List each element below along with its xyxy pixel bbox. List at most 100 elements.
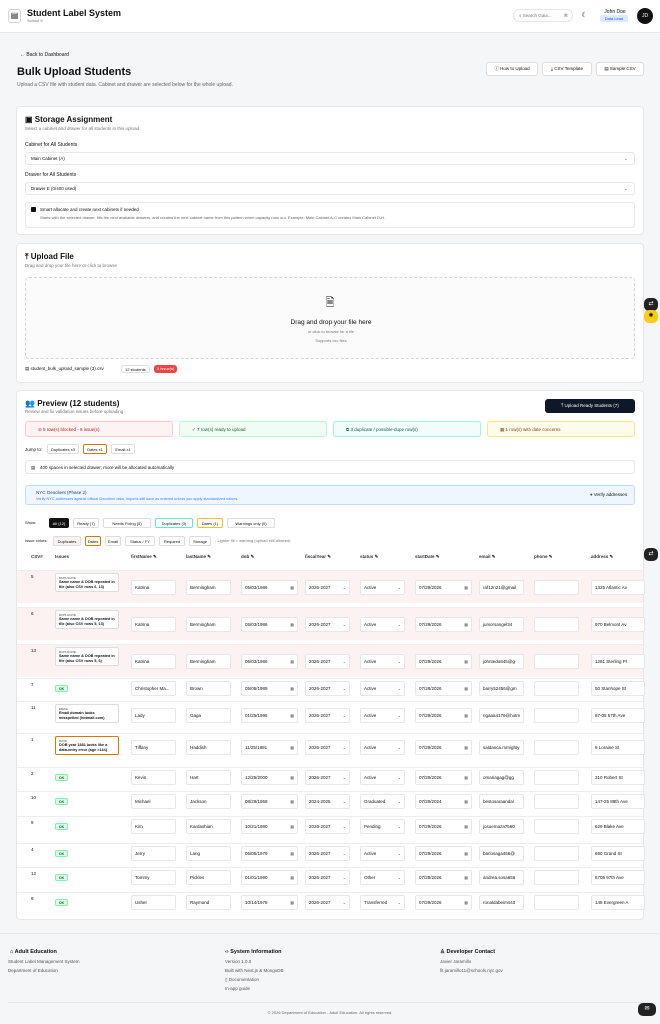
cell-last[interactable]: Brown	[186, 681, 231, 696]
cell-last[interactable]: Raymond	[186, 895, 231, 910]
cell-status[interactable]: Active ⌄	[360, 740, 405, 755]
cell-address[interactable]: 87-05 57th Ave	[591, 708, 645, 723]
cell-email[interactable]: raf12n21@gmail	[479, 580, 524, 595]
cell-dob[interactable]: 10/14/1978 ▦	[241, 895, 298, 910]
cell-start[interactable]: 07/29/2026 ▦	[415, 770, 472, 785]
cell-last[interactable]: Bermingham	[186, 617, 231, 632]
cell-email[interactable]: barlosaga456@	[479, 846, 524, 861]
cell-start[interactable]: 07/29/2026 ▦	[415, 580, 472, 595]
cell-address[interactable]: 148 Evergreen A	[591, 895, 645, 910]
cell-phone[interactable]	[534, 895, 579, 910]
cell-status[interactable]: Active ⌄	[360, 654, 405, 669]
col-dob[interactable]: dob ✎	[241, 554, 254, 560]
cell-dob[interactable]: 05/05/1989 ▦	[241, 681, 298, 696]
cell-first[interactable]: Christopher Ma...	[131, 681, 176, 696]
cell-first[interactable]: Katrina	[131, 580, 176, 595]
col-startdate[interactable]: startDate ✎	[415, 554, 440, 560]
sun-icon[interactable]: ✺	[644, 310, 658, 323]
csv-template-button[interactable]: ⤓ CSV Template	[542, 62, 592, 76]
cell-dob[interactable]: 05/03/1986 ▦	[241, 617, 298, 632]
cell-dob[interactable]: 01/25/1995 ▦	[241, 708, 298, 723]
cell-first[interactable]: Jerry	[131, 846, 176, 861]
cell-first[interactable]: Kevin	[131, 770, 176, 785]
verify-addresses-button[interactable]: ⌖ Verify addresses	[590, 492, 627, 497]
cell-phone[interactable]	[534, 870, 579, 885]
cell-last[interactable]: Lang	[186, 846, 231, 861]
cell-email[interactable]: juniorsangel34	[479, 617, 524, 632]
cell-fy[interactable]: 2026-2027 ⌄	[305, 681, 350, 696]
cell-email[interactable]: johntedo845@g	[479, 654, 524, 669]
cell-status[interactable]: Active ⌄	[360, 617, 405, 632]
cell-fy[interactable]: 2026-2027 ⌄	[305, 654, 350, 669]
cell-dob[interactable]: 05/03/1986 ▦	[241, 580, 298, 595]
filter-dates[interactable]: Dates (1)	[197, 518, 223, 528]
cell-phone[interactable]	[534, 654, 579, 669]
cell-status[interactable]: Active ⌄	[360, 580, 405, 595]
avatar[interactable]: JD	[637, 8, 653, 24]
cell-status[interactable]: Active ⌄	[360, 681, 405, 696]
drawer-select[interactable]: Drawer E (0/400 used) ⌄	[25, 182, 635, 195]
cell-first[interactable]: Tommy	[131, 870, 176, 885]
cell-first[interactable]: Katrina	[131, 617, 176, 632]
cell-address[interactable]: 310 Robert St	[591, 770, 645, 785]
cell-email[interactable]: andrea.sosa656	[479, 870, 524, 885]
cell-email[interactable]: saldanca.mrnighty	[479, 740, 524, 755]
cell-status[interactable]: Graduated ⌄	[360, 794, 405, 809]
jump-duplicates-button[interactable]: Duplicates x3	[47, 444, 79, 454]
cell-phone[interactable]	[534, 846, 579, 861]
cell-status[interactable]: Other ⌄	[360, 870, 405, 885]
cell-fy[interactable]: 2026-2027 ⌄	[305, 846, 350, 861]
cell-first[interactable]: Kim	[131, 819, 176, 834]
col-firstname[interactable]: firstName ✎	[131, 554, 157, 560]
search-input[interactable]: ⌕ Search Gaia... ⌘	[513, 9, 573, 22]
col-fiscalyear[interactable]: fiscalYear ✎	[305, 554, 331, 560]
cell-email[interactable]: josuemaza7560	[479, 819, 524, 834]
footer-documentation-link[interactable]: ▯ Documentation	[225, 977, 259, 983]
cell-email[interactable]: ronaldabeirns43	[479, 895, 524, 910]
filter-ready[interactable]: Ready (7)	[73, 518, 99, 528]
cell-address[interactable]: 1281 Sterling Pl	[591, 654, 645, 669]
col-address[interactable]: address ✎	[591, 554, 613, 560]
cell-dob[interactable]: 01/01/1990 ▦	[241, 870, 298, 885]
col-lastname[interactable]: lastName ✎	[186, 554, 211, 560]
cell-last[interactable]: Bermingham	[186, 654, 231, 669]
col-phone[interactable]: phone ✎	[534, 554, 553, 560]
cell-last[interactable]: Kardashian	[186, 819, 231, 834]
cell-last[interactable]: Bermingham	[186, 580, 231, 595]
file-dropzone[interactable]: 🗎 Drag and drop your file here or click …	[25, 277, 635, 359]
cell-status[interactable]: Active ⌄	[360, 770, 405, 785]
col-status[interactable]: status ✎	[360, 554, 378, 560]
cell-start[interactable]: 07/29/2026 ▦	[415, 617, 472, 632]
cell-fy[interactable]: 2026-2027 ⌄	[305, 819, 350, 834]
smart-allocate-checkbox[interactable]	[31, 207, 36, 212]
cell-start[interactable]: 07/28/2026 ▦	[415, 681, 472, 696]
cell-email[interactable]: bestosaraandal	[479, 794, 524, 809]
cell-fy[interactable]: 2026-2027 ⌄	[305, 870, 350, 885]
cell-address[interactable]: 690 Grand St	[591, 846, 645, 861]
cell-start[interactable]: 07/29/2026 ▦	[415, 654, 472, 669]
cell-phone[interactable]	[534, 740, 579, 755]
cell-dob[interactable]: 08/29/1958 ▦	[241, 794, 298, 809]
cell-last[interactable]: Jackson	[186, 794, 231, 809]
developer-email-link[interactable]: fit.jaramillo11@schools.nyc.gov	[440, 968, 503, 973]
cell-first[interactable]: Usher	[131, 895, 176, 910]
cell-address[interactable]: 147-25 88th Ave	[591, 794, 645, 809]
cell-start[interactable]: 07/29/2026 ▦	[415, 819, 472, 834]
cell-last[interactable]: Gaga	[186, 708, 231, 723]
cell-status[interactable]: Transferred ⌄	[360, 895, 405, 910]
cell-fy[interactable]: 2026-2027 ⌄	[305, 617, 350, 632]
cell-status[interactable]: Pending ⌄	[360, 819, 405, 834]
cell-phone[interactable]	[534, 819, 579, 834]
cell-phone[interactable]	[534, 580, 579, 595]
filter-all[interactable]: All (12)	[49, 518, 69, 528]
cell-dob[interactable]: 11/25/1881 ▦	[241, 740, 298, 755]
cell-address[interactable]: 970 Belmont Av	[591, 617, 645, 632]
cell-start[interactable]: 07/29/2026 ▦	[415, 895, 472, 910]
sample-csv-button[interactable]: ▤ Sample CSV	[596, 62, 644, 76]
cell-email[interactable]: omariagag@gg	[479, 770, 524, 785]
cabinet-select[interactable]: Main Cabinet (A) ⌄	[25, 152, 635, 165]
theme-toggle-moon-icon[interactable]: ☾	[578, 9, 591, 22]
how-to-upload-button[interactable]: ⓘ How to Upload	[486, 62, 538, 76]
cell-phone[interactable]	[534, 617, 579, 632]
back-to-dashboard-link[interactable]: ← Back to Dashboard	[20, 52, 69, 58]
